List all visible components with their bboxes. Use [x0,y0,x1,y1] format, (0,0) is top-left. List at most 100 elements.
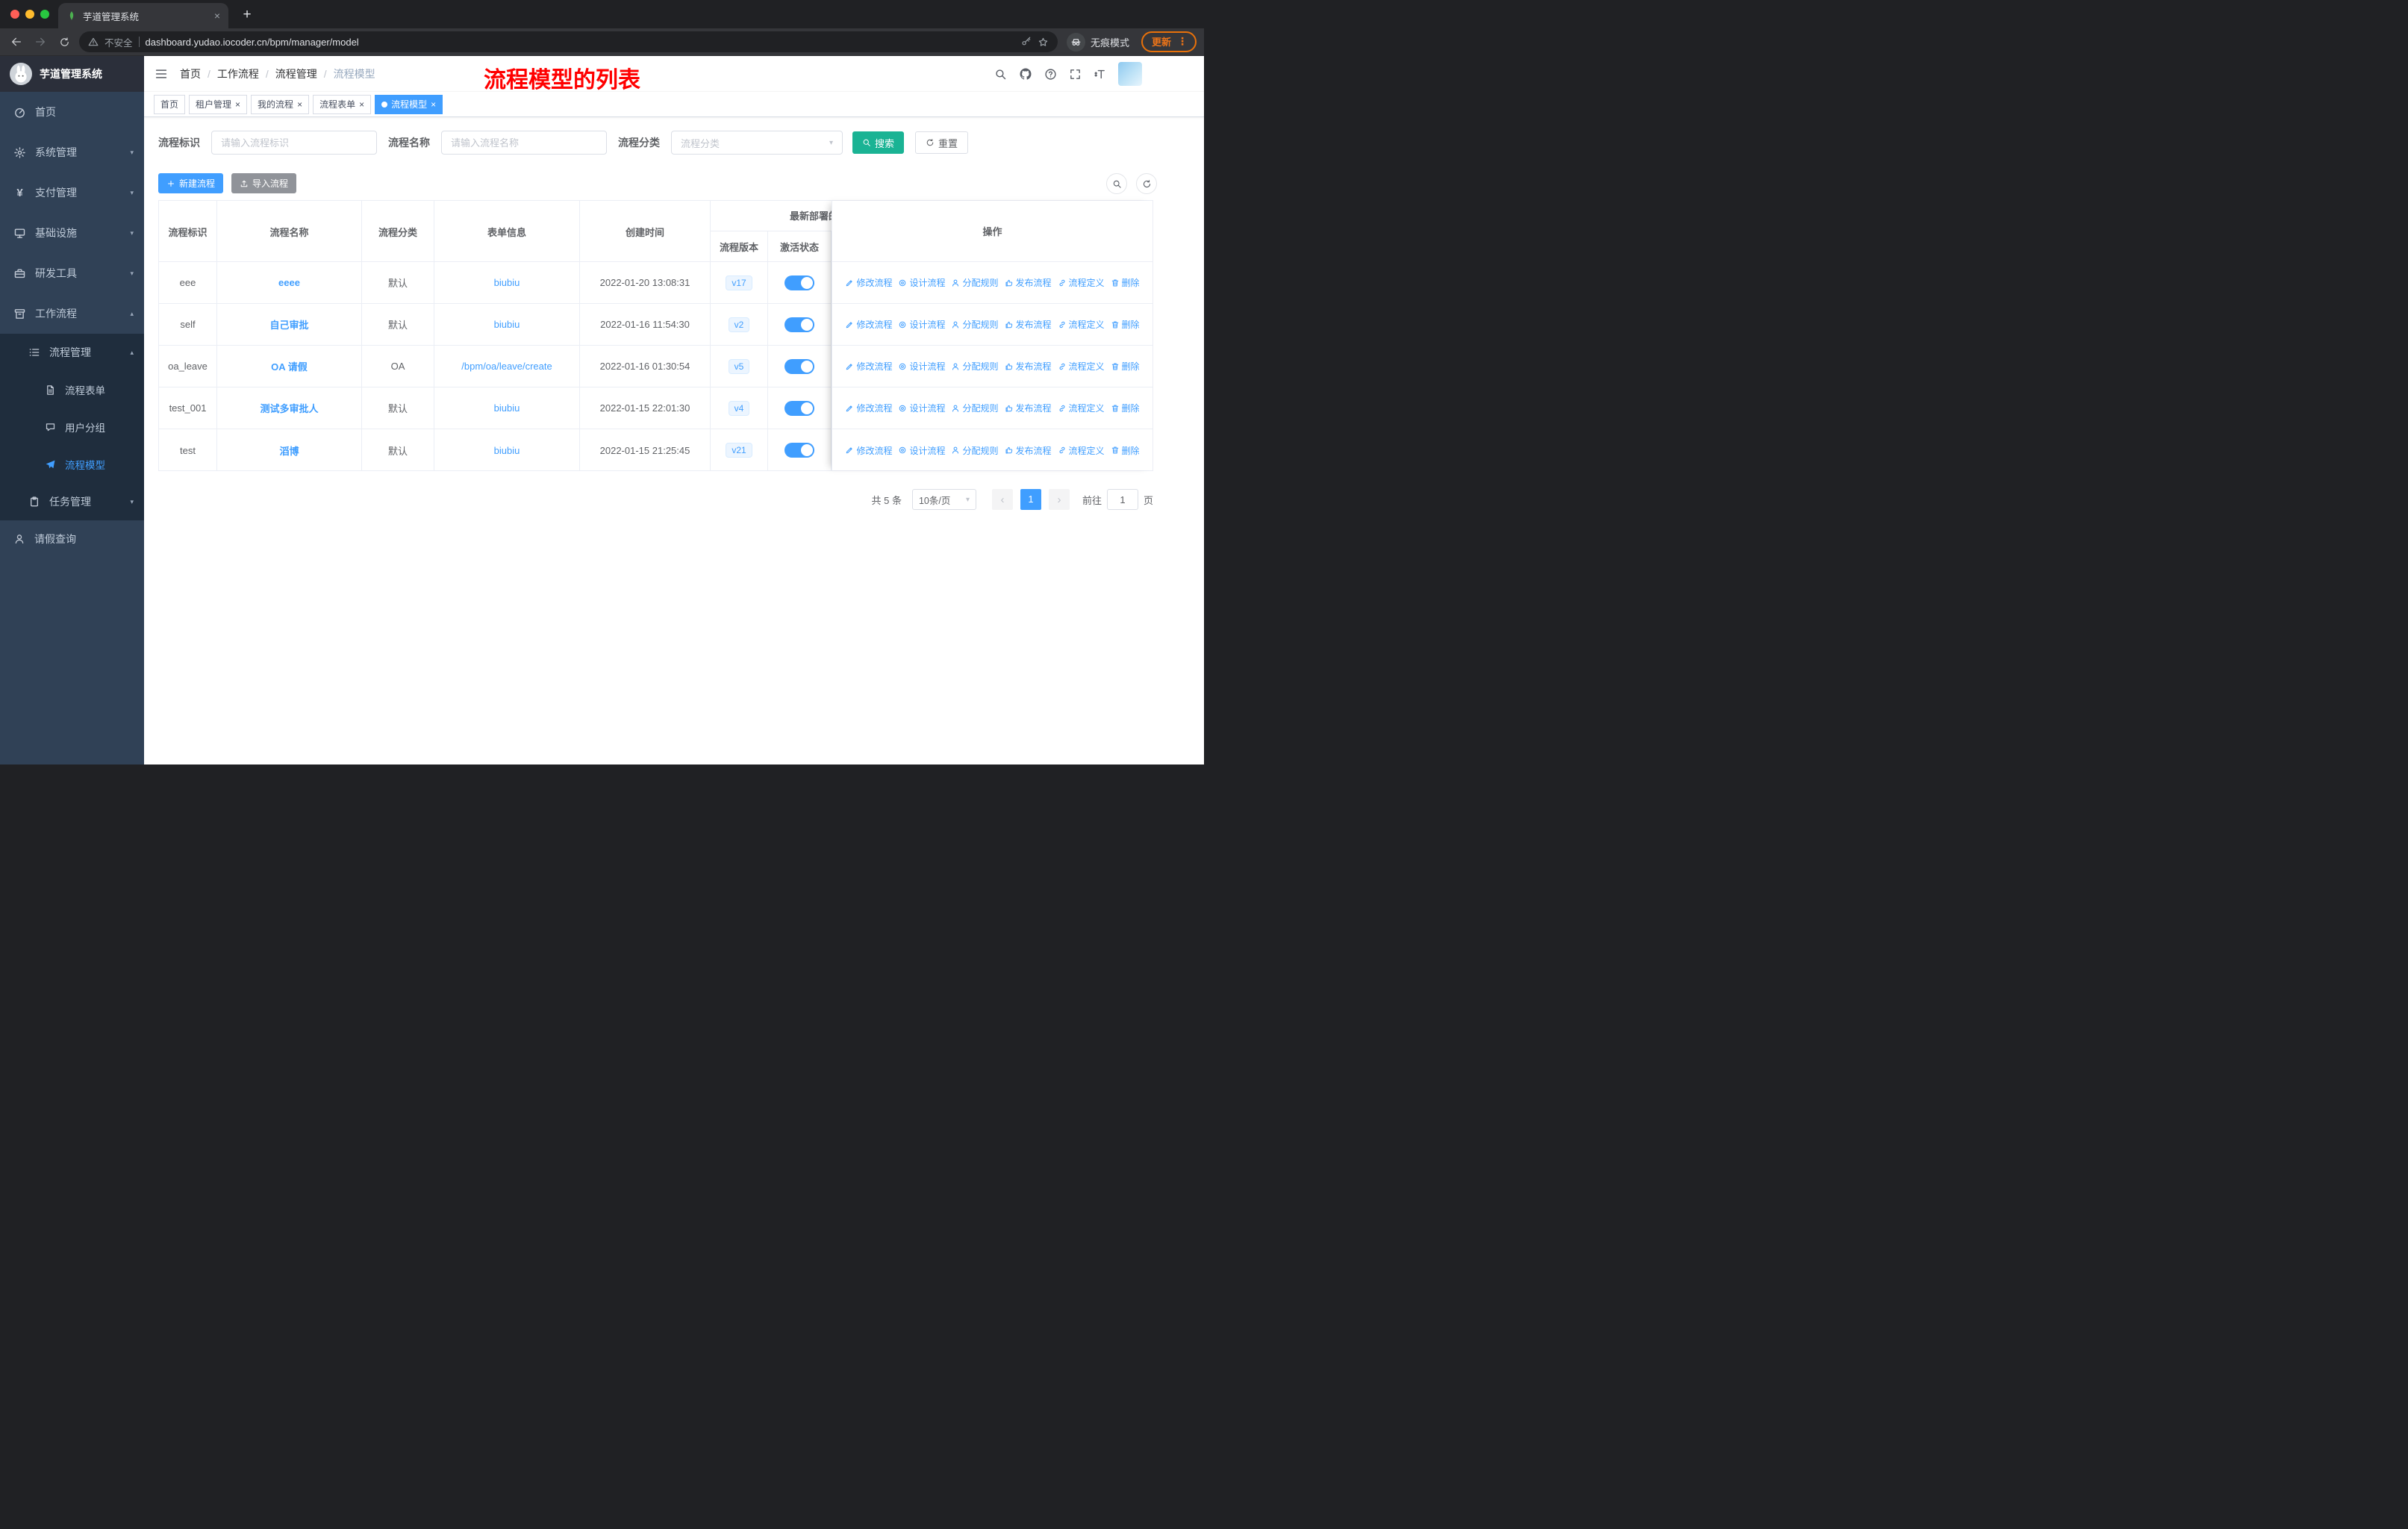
address-bar[interactable]: 不安全 dashboard.yudao.iocoder.cn/bpm/manag… [79,31,1058,52]
form-link[interactable]: biubiu [494,319,520,330]
version-badge[interactable]: v2 [728,317,750,332]
process-name-link[interactable]: eeee [278,277,300,288]
forward-button[interactable] [31,33,49,51]
sidebar-item-home[interactable]: 首页 [0,92,144,132]
action-modify[interactable]: 修改流程 [845,276,892,289]
reset-button[interactable]: 重置 [915,131,969,154]
close-icon[interactable]: × [297,99,302,110]
close-icon[interactable]: × [359,99,364,110]
active-toggle[interactable] [785,358,814,374]
action-assign-rule[interactable]: 分配规则 [951,402,999,414]
breadcrumb-item[interactable]: 流程管理 [275,66,317,81]
tag-my-process[interactable]: 我的流程 × [251,94,310,114]
action-assign-rule[interactable]: 分配规则 [951,318,999,331]
form-link[interactable]: biubiu [494,445,520,456]
fullscreen-icon[interactable] [1069,68,1082,81]
action-design[interactable]: 设计流程 [898,444,945,457]
prev-page-button[interactable]: ‹ [991,489,1013,510]
window-zoom-button[interactable] [40,10,49,19]
sidebar-item-system-mgmt[interactable]: 系统管理 ▾ [0,132,144,172]
action-publish[interactable]: 发布流程 [1005,318,1052,331]
action-design[interactable]: 设计流程 [898,402,945,414]
action-definition[interactable]: 流程定义 [1058,444,1105,457]
sidebar-item-leave-query[interactable]: 请假查询 [0,520,144,558]
sidebar-item-payment-mgmt[interactable]: ¥ 支付管理 ▾ [0,172,144,213]
bookmark-star-icon[interactable] [1038,37,1049,48]
version-badge[interactable]: v17 [726,275,752,290]
hamburger-icon[interactable] [155,67,168,81]
next-page-button[interactable]: › [1048,489,1070,510]
process-key-input[interactable] [211,131,377,155]
action-modify[interactable]: 修改流程 [845,402,892,414]
show-search-button[interactable] [1106,173,1127,194]
version-badge[interactable]: v21 [726,443,752,458]
close-icon[interactable]: × [235,99,240,110]
browser-menu-icon[interactable]: ⋮ [1177,35,1188,48]
new-tab-button[interactable]: + [237,5,257,25]
form-link[interactable]: biubiu [494,277,520,288]
sidebar-item-process-model[interactable]: 流程模型 [0,446,144,483]
action-assign-rule[interactable]: 分配规则 [951,444,999,457]
sidebar-item-task-mgmt[interactable]: 任务管理 ▾ [0,483,144,520]
action-design[interactable]: 设计流程 [898,360,945,373]
action-delete[interactable]: 删除 [1111,402,1140,414]
breadcrumb-item[interactable]: 首页 [180,66,201,81]
process-name-link[interactable]: OA 请假 [271,359,308,373]
breadcrumb-item[interactable]: 工作流程 [217,66,259,81]
back-button[interactable] [7,33,25,51]
goto-page-input[interactable] [1106,489,1138,510]
help-icon[interactable] [1044,68,1057,81]
action-publish[interactable]: 发布流程 [1005,360,1052,373]
sidebar-item-workflow[interactable]: 工作流程 ▴ [0,293,144,334]
import-process-button[interactable]: 导入流程 [231,173,297,193]
search-button[interactable]: 搜索 [852,131,905,154]
form-link[interactable]: /bpm/oa/leave/create [461,361,552,372]
action-modify[interactable]: 修改流程 [845,360,892,373]
active-toggle[interactable] [785,400,814,416]
version-badge[interactable]: v5 [728,358,750,374]
tag-process-form[interactable]: 流程表单 × [313,94,372,114]
action-definition[interactable]: 流程定义 [1058,318,1105,331]
action-delete[interactable]: 删除 [1111,276,1140,289]
action-publish[interactable]: 发布流程 [1005,402,1052,414]
font-size-icon[interactable] [1094,68,1106,81]
page-number-button[interactable]: 1 [1020,489,1041,510]
action-assign-rule[interactable]: 分配规则 [951,276,999,289]
sidebar-item-process-form[interactable]: 流程表单 [0,371,144,408]
tag-home[interactable]: 首页 [154,94,186,114]
active-toggle[interactable] [785,317,814,332]
process-name-link[interactable]: 测试多审批人 [260,401,318,415]
active-toggle[interactable] [785,443,814,458]
action-modify[interactable]: 修改流程 [845,444,892,457]
window-close-button[interactable] [10,10,19,19]
update-button[interactable]: 更新 ⋮ [1141,31,1197,52]
refresh-table-button[interactable] [1136,173,1157,194]
action-design[interactable]: 设计流程 [898,318,945,331]
sidebar-item-infrastructure[interactable]: 基础设施 ▾ [0,213,144,253]
action-publish[interactable]: 发布流程 [1005,444,1052,457]
form-link[interactable]: biubiu [494,402,520,414]
action-design[interactable]: 设计流程 [898,276,945,289]
browser-tab[interactable]: 芋道管理系统 × [58,3,228,28]
action-delete[interactable]: 删除 [1111,444,1140,457]
tag-tenant-mgmt[interactable]: 租户管理 × [189,94,248,114]
process-name-input[interactable] [441,131,607,155]
action-assign-rule[interactable]: 分配规则 [951,360,999,373]
action-publish[interactable]: 发布流程 [1005,276,1052,289]
search-icon[interactable] [994,68,1007,81]
action-definition[interactable]: 流程定义 [1058,402,1105,414]
user-avatar[interactable] [1118,62,1142,86]
action-delete[interactable]: 删除 [1111,360,1140,373]
action-delete[interactable]: 删除 [1111,318,1140,331]
github-icon[interactable] [1019,67,1032,81]
action-definition[interactable]: 流程定义 [1058,360,1105,373]
sidebar-item-process-mgmt[interactable]: 流程管理 ▴ [0,334,144,371]
active-toggle[interactable] [785,275,814,290]
password-key-icon[interactable] [1021,37,1032,47]
page-size-select[interactable]: 10条/页 ▾ [911,489,976,510]
reload-button[interactable] [55,33,73,51]
process-name-link[interactable]: 自己审批 [269,317,308,331]
app-logo[interactable]: 芋道管理系统 [0,56,144,92]
tag-process-model[interactable]: 流程模型 × [375,94,443,114]
sidebar-item-dev-tools[interactable]: 研发工具 ▾ [0,253,144,293]
